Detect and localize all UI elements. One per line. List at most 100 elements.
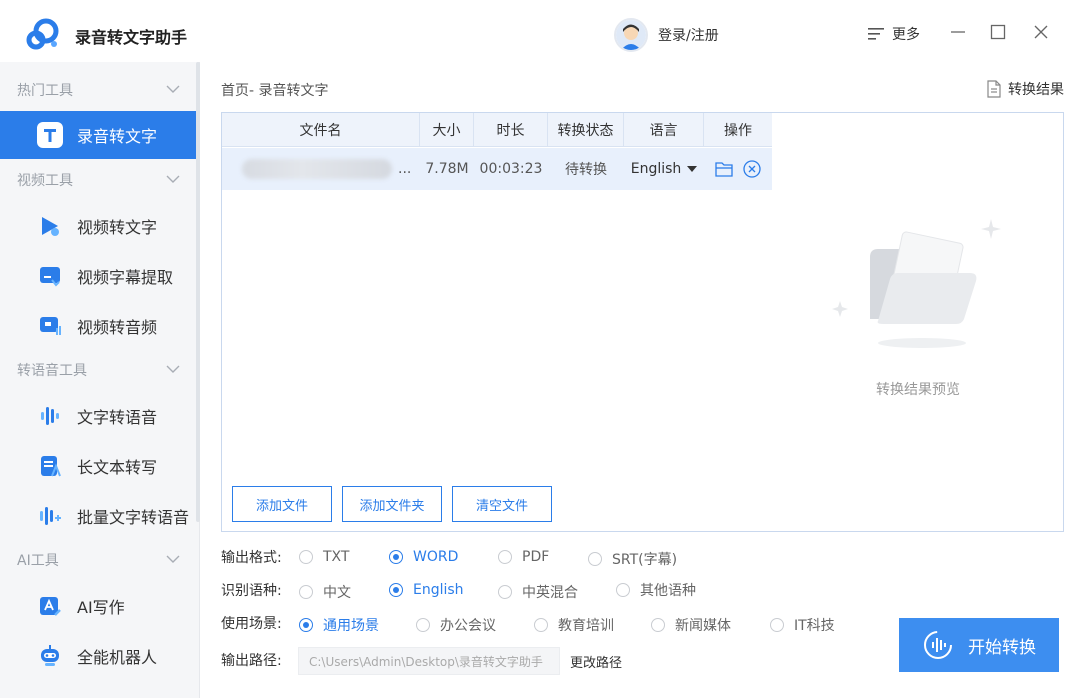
- sidebar-item-video-subtitle[interactable]: 视频字幕提取: [0, 252, 196, 300]
- format-word-radio[interactable]: WORD: [389, 549, 458, 565]
- language-other-radio[interactable]: 其他语种: [616, 580, 696, 600]
- language-mixed-radio[interactable]: 中英混合: [498, 582, 578, 602]
- language-dropdown[interactable]: English: [631, 161, 698, 177]
- scene-meeting-radio[interactable]: 办公会议: [416, 615, 496, 635]
- output-format-row: 输出格式:: [221, 545, 289, 569]
- file-status-cell: 待转换: [565, 162, 607, 178]
- sidebar-item-audio-to-text[interactable]: 录音转文字: [0, 111, 196, 159]
- column-header-actions: 操作: [724, 123, 752, 139]
- recognition-language-row: 识别语种:: [221, 578, 289, 602]
- robot-icon: [37, 643, 63, 669]
- change-path-button[interactable]: 更改路径: [570, 652, 622, 671]
- empty-folder-illustration-icon: [832, 219, 1001, 348]
- usage-scene-label: 使用场景:: [221, 616, 282, 632]
- start-conversion-button[interactable]: 开始转换: [899, 618, 1059, 672]
- add-folder-button[interactable]: 添加文件夹: [342, 486, 442, 522]
- remove-file-icon[interactable]: [743, 160, 761, 178]
- more-menu-button[interactable]: 更多: [868, 24, 920, 44]
- caret-down-icon: [687, 166, 698, 172]
- minimize-icon[interactable]: [948, 22, 968, 42]
- chevron-down-icon: [166, 85, 180, 93]
- chevron-down-icon: [166, 365, 180, 373]
- output-path-row: 输出路径:: [221, 648, 289, 672]
- sidebar-item-label: 长文本转写: [77, 458, 158, 477]
- file-language-cell: English: [624, 148, 704, 190]
- ai-write-icon: [37, 593, 63, 619]
- usage-scene-row: 使用场景:: [221, 611, 289, 635]
- output-format-label: 输出格式:: [221, 550, 282, 566]
- sidebar-group-video-tools[interactable]: 视频工具: [0, 160, 196, 200]
- chevron-down-icon: [166, 175, 180, 183]
- text-t-icon: [37, 122, 63, 148]
- avatar: [614, 18, 648, 52]
- format-pdf-radio[interactable]: PDF: [498, 549, 549, 565]
- column-header-filename: 文件名: [222, 113, 420, 147]
- title-bar: 录音转文字助手 登录/注册 更多: [0, 0, 1079, 62]
- column-header-size: 大小: [420, 113, 474, 147]
- preview-placeholder-text: 转换结果预览: [876, 382, 960, 398]
- language-chinese-radio[interactable]: 中文: [299, 582, 351, 602]
- scene-news-radio[interactable]: 新闻媒体: [651, 615, 731, 635]
- long-text-icon: [37, 453, 63, 479]
- sidebar-item-robot[interactable]: 全能机器人: [0, 632, 196, 680]
- app-title: 录音转文字助手: [75, 28, 188, 47]
- sidebar-item-ai-writing[interactable]: AI写作: [0, 582, 196, 630]
- sidebar-item-long-text[interactable]: 长文本转写: [0, 442, 196, 490]
- result-preview-panel: 转换结果预览: [772, 112, 1064, 532]
- file-duration-cell: 00:03:23: [479, 161, 543, 177]
- blurred-file-name: [242, 159, 392, 179]
- output-path-field[interactable]: C:\Users\Admin\Desktop\录音转文字助手: [298, 647, 560, 675]
- table-header: 文件名 大小 时长 转换状态 语言 操作: [222, 113, 772, 147]
- column-header-language: 语言: [624, 113, 704, 147]
- file-list-panel: 文件名 大小 时长 转换状态 语言 操作 ... 7.78M 00:03:23 …: [221, 112, 773, 532]
- sidebar-item-label: 视频字幕提取: [77, 268, 174, 287]
- file-actions-cell: [704, 148, 772, 190]
- sidebar-item-label: 视频转文字: [77, 218, 158, 237]
- scene-general-radio[interactable]: 通用场景: [299, 615, 379, 635]
- document-icon: [987, 80, 1001, 98]
- waveform-icon: [37, 403, 63, 429]
- sidebar-group-hot-tools[interactable]: 热门工具: [0, 70, 196, 110]
- breadcrumb: 首页- 录音转文字: [221, 83, 329, 99]
- video-subtitle-icon: [37, 263, 63, 289]
- sidebar-item-label: 批量文字转语音: [77, 508, 190, 527]
- sidebar: 热门工具 录音转文字 视频工具 视频转文字 视频字幕提取 视频转音频 转语音工具: [0, 62, 200, 698]
- sidebar-group-voice-tools[interactable]: 转语音工具: [0, 350, 196, 390]
- column-header-duration: 时长: [474, 113, 548, 147]
- format-srt-radio[interactable]: SRT(字幕): [588, 549, 677, 569]
- scene-education-radio[interactable]: 教育培训: [534, 615, 614, 635]
- sidebar-item-label: 文字转语音: [77, 408, 158, 427]
- conversion-result-link[interactable]: 转换结果: [986, 79, 1064, 99]
- video-play-icon: [37, 213, 63, 239]
- menu-lines-icon: [868, 28, 884, 40]
- maximize-icon[interactable]: [988, 22, 1008, 42]
- sidebar-item-batch-text-to-speech[interactable]: 批量文字转语音: [0, 492, 196, 540]
- sidebar-item-video-to-audio[interactable]: 视频转音频: [0, 302, 196, 350]
- file-name-cell: ...: [222, 148, 420, 190]
- video-audio-icon: [37, 313, 63, 339]
- sidebar-group-ai-tools[interactable]: AI工具: [0, 540, 196, 580]
- sidebar-item-text-to-speech[interactable]: 文字转语音: [0, 392, 196, 440]
- more-label: 更多: [892, 27, 920, 43]
- sidebar-item-label: 录音转文字: [77, 127, 158, 146]
- sidebar-item-label: 全能机器人: [77, 648, 158, 667]
- add-file-button[interactable]: 添加文件: [232, 486, 332, 522]
- batch-voice-icon: [37, 503, 63, 529]
- file-size-cell: 7.78M: [425, 161, 469, 177]
- close-icon[interactable]: [1031, 22, 1051, 42]
- table-row[interactable]: ... 7.78M 00:03:23 待转换 English: [222, 148, 772, 190]
- sidebar-scrollbar[interactable]: [196, 62, 200, 522]
- recognition-language-label: 识别语种:: [221, 583, 282, 599]
- column-header-status: 转换状态: [548, 113, 624, 147]
- sidebar-item-label: 视频转音频: [77, 318, 158, 337]
- clear-files-button[interactable]: 清空文件: [452, 486, 552, 522]
- open-folder-icon[interactable]: [715, 161, 733, 177]
- sidebar-item-video-to-text[interactable]: 视频转文字: [0, 202, 196, 250]
- language-english-radio[interactable]: English: [389, 582, 464, 598]
- format-txt-radio[interactable]: TXT: [299, 549, 349, 565]
- scene-it-radio[interactable]: IT科技: [770, 615, 835, 635]
- login-button[interactable]: 登录/注册: [614, 18, 719, 52]
- output-path-label: 输出路径:: [221, 653, 282, 669]
- chevron-down-icon: [166, 555, 180, 563]
- app-logo-icon: [26, 18, 59, 50]
